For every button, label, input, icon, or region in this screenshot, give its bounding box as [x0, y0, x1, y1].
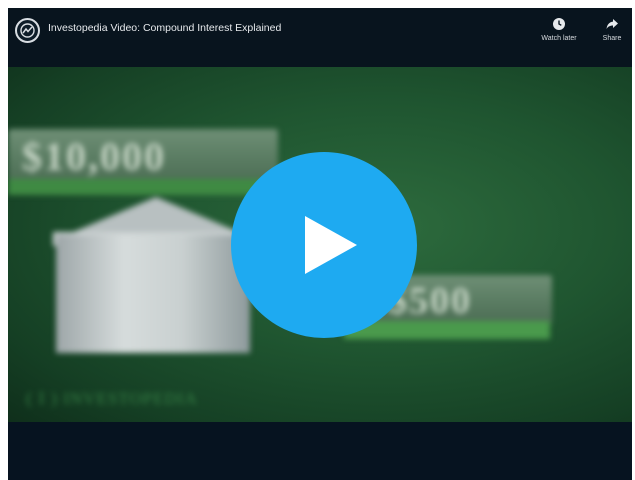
- video-title[interactable]: Investopedia Video: Compound Interest Ex…: [48, 22, 281, 34]
- share-button[interactable]: Share: [589, 15, 632, 51]
- bottom-bar: [8, 422, 632, 480]
- watermark: ( I ) INVESTOPEDIA: [26, 388, 198, 408]
- title-bar: Investopedia Video: Compound Interest Ex…: [8, 8, 632, 67]
- bill-large-text: $10,000: [22, 134, 166, 179]
- play-button[interactable]: [231, 152, 417, 338]
- video-player[interactable]: Investopedia Video: Compound Interest Ex…: [8, 8, 632, 480]
- watch-later-label: Watch later: [541, 35, 577, 42]
- watermark-text: INVESTOPEDIA: [63, 389, 198, 408]
- play-icon: [305, 216, 357, 274]
- watch-later-button[interactable]: Watch later: [536, 15, 582, 51]
- clock-icon: [553, 18, 565, 30]
- share-label: Share: [602, 35, 622, 42]
- share-arrow-icon: [606, 19, 618, 29]
- investopedia-logo-icon[interactable]: [15, 18, 40, 43]
